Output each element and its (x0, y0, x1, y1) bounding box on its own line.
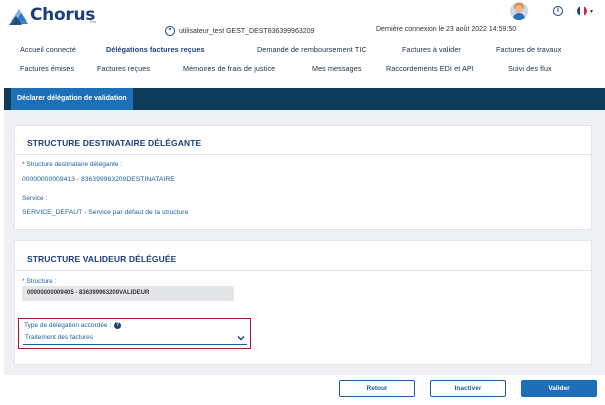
nav-item-messages[interactable]: Mes messages (312, 64, 362, 73)
chorus-logo[interactable]: Chorus Pro (8, 4, 98, 30)
tab-declarer-delegation[interactable]: Déclarer délégation de validation (11, 88, 133, 110)
nav-item-accueil[interactable]: Accueil connecté (20, 45, 76, 54)
structure-valideur-field: 00000000009405 - 836399963209VALIDEUR (22, 286, 234, 301)
delegation-type-highlight: Type de délégation accordée : ? Traiteme… (18, 318, 251, 349)
header: Chorus Pro utilisateur_test GEST_DEST836… (0, 0, 605, 85)
nav-item-factures-recues[interactable]: Factures reçues (97, 64, 150, 73)
chorus-logo-icon (9, 9, 28, 25)
nav-item-suivi-flux[interactable]: Suivi des flux (508, 64, 552, 73)
tab-bar: Déclarer délégation de validation (4, 88, 605, 110)
back-button[interactable]: Retour (339, 380, 415, 397)
divider (15, 154, 591, 155)
delegation-type-label: Type de délégation accordée : ? (24, 322, 122, 329)
structure-delegante-value: 00000000009413 - 836399963209DESTINATAIR… (22, 176, 175, 183)
last-connection: Dernière connexion le 23 août 2022 14:59… (376, 26, 517, 33)
avatar[interactable] (510, 2, 528, 20)
user-name: utilisateur_test GEST_DEST836399963209 (179, 27, 315, 35)
chevron-down-icon (237, 336, 245, 341)
nav-item-remboursement-tic[interactable]: Demande de remboursement TIC (257, 45, 367, 54)
validate-button[interactable]: Valider (521, 380, 597, 397)
divider (15, 270, 591, 271)
structure-label: * Structure : (22, 278, 57, 285)
nav-item-factures-emises[interactable]: Factures émises (20, 64, 74, 73)
deactivate-button[interactable]: Inactiver (430, 380, 506, 397)
panel-structure-delegante: STRUCTURE DESTINATAIRE DÉLÉGANTE * Struc… (14, 125, 592, 230)
nav-item-memoires[interactable]: Mémoires de frais de justice (183, 64, 275, 73)
nav-item-delegations[interactable]: Délégations factures reçues (106, 45, 205, 54)
brand-name: Chorus (30, 5, 96, 25)
delegation-type-select[interactable]: Traitement des factures (23, 331, 247, 345)
chevron-down-icon[interactable]: ▾ (590, 8, 593, 15)
user-icon (165, 26, 175, 36)
service-value: SERVICE_DEFAUT - Service par défaut de l… (22, 209, 189, 216)
nav-row-1: Accueil connecté Délégations factures re… (0, 45, 605, 57)
section-title: STRUCTURE DESTINATAIRE DÉLÉGANTE (27, 138, 202, 148)
service-label: Service : (22, 195, 48, 202)
structure-delegante-label: * Structure destinataire délégante : (22, 161, 123, 168)
nav-item-raccordements[interactable]: Raccordements EDI et API (386, 64, 474, 73)
section-title: STRUCTURE VALIDEUR DÉLÉGUÉE (27, 254, 177, 264)
info-icon[interactable]: i (553, 6, 563, 16)
panel-structure-valideur: STRUCTURE VALIDEUR DÉLÉGUÉE * Structure … (14, 240, 592, 365)
brand-sub: Pro (90, 19, 97, 24)
help-icon[interactable]: ? (114, 322, 122, 329)
delegation-type-value: Traitement des factures (25, 334, 94, 341)
nav-item-factures-travaux[interactable]: Factures de travaux (496, 45, 561, 54)
nav-row-2: Factures émises Factures reçues Mémoires… (0, 64, 605, 76)
french-flag-icon[interactable] (577, 6, 587, 16)
nav-item-factures-a-valider[interactable]: Factures à valider (402, 45, 461, 54)
user-info: utilisateur_test GEST_DEST836399963209 (165, 26, 314, 36)
